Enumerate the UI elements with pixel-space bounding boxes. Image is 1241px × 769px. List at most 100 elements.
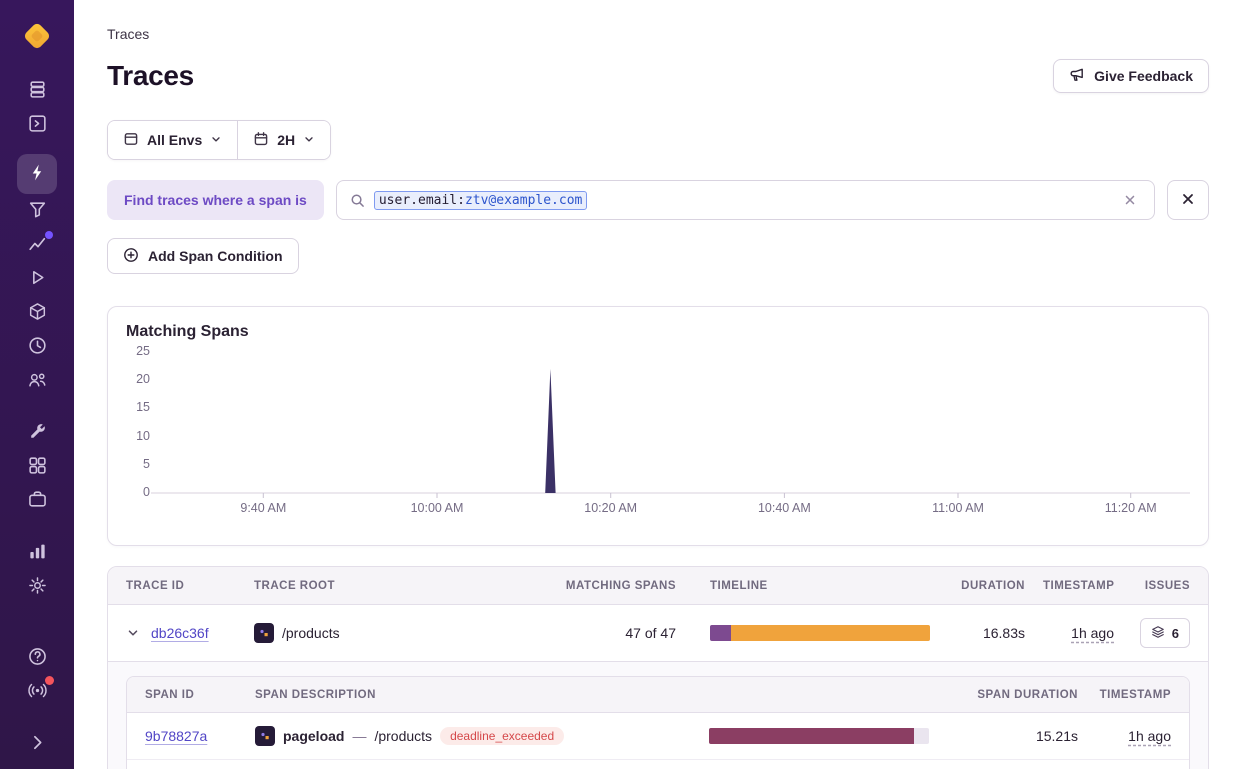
broadcast-icon xyxy=(27,680,48,704)
trace-duration: 16.83s xyxy=(944,625,1043,641)
col-span-timestamp: TIMESTAMP xyxy=(1096,689,1189,701)
col-span-id: SPAN ID xyxy=(127,689,247,701)
search-icon xyxy=(350,193,365,208)
sidebar-item-funnel[interactable] xyxy=(17,194,57,228)
chart-area[interactable]: 05101520259:40 AM10:00 AM10:20 AM10:40 A… xyxy=(126,343,1190,533)
token-value: ztv@example.com xyxy=(465,193,582,208)
chevron-right-icon xyxy=(27,732,48,756)
filter-bar: All Envs 2H xyxy=(107,120,331,160)
issues-count: 6 xyxy=(1172,626,1179,641)
sidebar-item-help[interactable] xyxy=(17,641,57,675)
sidebar-item-releases[interactable] xyxy=(17,296,57,330)
env-filter-button[interactable]: All Envs xyxy=(108,121,237,159)
megaphone-icon xyxy=(1069,67,1085,86)
chevron-down-icon xyxy=(210,132,222,148)
lightning-icon xyxy=(27,162,48,186)
time-range-button[interactable]: 2H xyxy=(237,121,330,159)
sentry-logo[interactable] xyxy=(19,18,55,54)
chart-title: Matching Spans xyxy=(126,323,1190,341)
time-range-label: 2H xyxy=(277,132,295,148)
span-timeline-bar xyxy=(709,728,929,744)
clear-search-icon[interactable] xyxy=(1119,189,1141,211)
calendar-icon xyxy=(253,131,269,150)
span-duration: 15.21s xyxy=(943,728,1096,744)
briefcase-icon xyxy=(27,489,48,513)
cube-icon xyxy=(27,301,48,325)
matching-spans-count: 47 of 47 xyxy=(529,625,694,641)
page-header: Traces Give Feedback xyxy=(107,56,1209,96)
sidebar-item-history[interactable] xyxy=(17,330,57,364)
col-duration: DURATION xyxy=(944,580,1043,592)
sidebar-item-explore[interactable] xyxy=(17,108,57,142)
traces-table: TRACE ID TRACE ROOT MATCHING SPANS TIMEL… xyxy=(107,566,1209,769)
env-filter-label: All Envs xyxy=(147,132,202,148)
trace-root-label: /products xyxy=(282,625,340,641)
token-key: user.email: xyxy=(379,193,465,208)
span-timestamp[interactable]: 1h ago xyxy=(1128,728,1171,744)
expand-toggle-button[interactable] xyxy=(124,624,142,642)
expanded-trace-section: SPAN ID SPAN DESCRIPTION SPAN DURATION T… xyxy=(108,661,1208,769)
span-condition-row: Find traces where a span is user.email:z… xyxy=(107,180,1209,220)
sidebar-item-issues[interactable] xyxy=(17,74,57,108)
col-issues: ISSUES xyxy=(1132,580,1208,592)
clock-icon xyxy=(27,335,48,359)
matching-spans-panel: Matching Spans 05101520259:40 AM10:00 AM… xyxy=(107,306,1209,546)
span-row: 9b78827a pageload — /products deadline_e… xyxy=(127,713,1189,759)
main-content: Traces Traces Give Feedback All Envs 2H … xyxy=(74,0,1241,769)
span-row: b7a7e441 http.server — GET /organization… xyxy=(127,759,1189,769)
sidebar-item-dashboards[interactable] xyxy=(17,450,57,484)
gear-icon xyxy=(27,575,48,599)
span-condition-chip: Find traces where a span is xyxy=(107,180,324,220)
col-span-description: SPAN DESCRIPTION xyxy=(247,689,693,701)
span-search-input[interactable]: user.email:ztv@example.com xyxy=(336,180,1155,220)
sidebar-item-replays[interactable] xyxy=(17,262,57,296)
page-title: Traces xyxy=(107,60,194,92)
sidebar-item-projects[interactable] xyxy=(17,484,57,518)
span-op: pageload xyxy=(283,728,344,744)
app-root: Traces Traces Give Feedback All Envs 2H … xyxy=(0,0,1241,769)
span-id-link[interactable]: 9b78827a xyxy=(145,728,207,744)
grid-icon xyxy=(27,455,48,479)
span-status-badge: deadline_exceeded xyxy=(440,727,564,745)
funnel-icon xyxy=(27,199,48,223)
notification-dot xyxy=(45,231,53,239)
breadcrumb[interactable]: Traces xyxy=(107,26,149,42)
project-avatar xyxy=(255,726,275,746)
explore-icon xyxy=(27,113,48,137)
sidebar-item-insights[interactable] xyxy=(17,228,57,262)
span-description: /products xyxy=(374,728,432,744)
remove-condition-button[interactable] xyxy=(1167,180,1209,220)
trace-timeline-bar xyxy=(710,625,930,641)
add-span-condition-button[interactable]: Add Span Condition xyxy=(107,238,299,274)
close-icon xyxy=(1180,191,1196,210)
sidebar-item-settings[interactable] xyxy=(17,570,57,604)
issues-button[interactable]: 6 xyxy=(1140,618,1190,648)
team-icon xyxy=(27,369,48,393)
window-icon xyxy=(123,131,139,150)
project-avatar xyxy=(254,623,274,643)
sidebar-collapse-button[interactable] xyxy=(17,727,57,761)
sidebar-item-traces[interactable] xyxy=(17,154,57,194)
trace-id-link[interactable]: db26c36f xyxy=(151,625,209,641)
separator: — xyxy=(352,728,366,744)
issues-icon xyxy=(27,79,48,103)
plus-circle-icon xyxy=(123,247,139,266)
sidebar xyxy=(0,0,74,769)
issues-icon xyxy=(1151,625,1165,642)
add-span-condition-label: Add Span Condition xyxy=(148,248,283,264)
spans-subtable: SPAN ID SPAN DESCRIPTION SPAN DURATION T… xyxy=(126,676,1190,769)
trace-timestamp[interactable]: 1h ago xyxy=(1071,625,1114,641)
notification-dot xyxy=(45,676,54,685)
sidebar-item-whats-new[interactable] xyxy=(17,675,57,709)
play-icon xyxy=(27,267,48,291)
table-row: db26c36f /products 47 of 47 16.83s 1h ag… xyxy=(108,605,1208,661)
give-feedback-button[interactable]: Give Feedback xyxy=(1053,59,1209,93)
col-matching-spans: MATCHING SPANS xyxy=(529,580,694,592)
col-trace-root: TRACE ROOT xyxy=(246,580,529,592)
sidebar-item-stats[interactable] xyxy=(17,536,57,570)
search-token[interactable]: user.email:ztv@example.com xyxy=(374,191,588,210)
sidebar-item-team[interactable] xyxy=(17,364,57,398)
col-trace-id: TRACE ID xyxy=(108,580,246,592)
give-feedback-label: Give Feedback xyxy=(1094,68,1193,84)
sidebar-item-toolbox[interactable] xyxy=(17,416,57,450)
